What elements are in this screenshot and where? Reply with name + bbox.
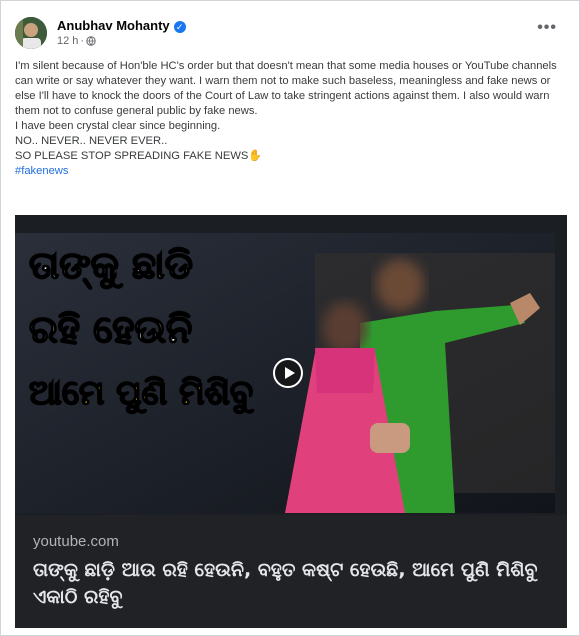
avatar[interactable] [15,17,47,49]
post-paragraph: I have been crystal clear since beginnin… [15,120,221,132]
link-domain: youtube.com [33,533,119,550]
link-preview[interactable]: youtube.com ତାଙ୍କୁ ଛାଡ଼ି ଆଉ ରହି ହେଉନି, ବ… [15,515,567,628]
author-name[interactable]: Anubhav Mohanty ✓ [57,18,186,33]
post-header: Anubhav Mohanty ✓ 12 h · ••• [15,17,565,51]
hashtag-link[interactable]: #fakenews [15,164,563,179]
link-title[interactable]: ତାଙ୍କୁ ଛାଡ଼ି ଆଉ ରହି ହେଉନି, ବହୁତ କଷ୍ଟ ହେଉ… [33,557,553,611]
post-paragraph: I'm silent because of Hon'ble HC's order… [15,60,557,117]
post-timestamp[interactable]: 12 h [57,35,78,47]
overlay-line-1: ତାଙ୍କୁ ଛାଡି [28,242,193,288]
post-paragraph: SO PLEASE STOP SPREADING FAKE NEWS✋ [15,150,263,162]
post-meta: 12 h · [57,35,96,49]
facebook-post: Anubhav Mohanty ✓ 12 h · ••• I'm silent be… [0,0,580,636]
post-paragraph: NO.. NEVER.. NEVER EVER.. [15,135,168,147]
verified-badge-icon: ✓ [173,21,186,33]
overlay-line-2: ରହି ହେଉନି [28,306,193,352]
globe-icon [86,36,96,49]
author-name-text[interactable]: Anubhav Mohanty [57,18,170,33]
overlay-line-3: ଆମେ ପୁଣି ମିଶିବୁ [28,372,254,414]
post-body: I'm silent because of Hon'ble HC's order… [15,59,563,179]
more-options-icon[interactable]: ••• [537,19,557,37]
play-icon[interactable] [273,358,303,388]
